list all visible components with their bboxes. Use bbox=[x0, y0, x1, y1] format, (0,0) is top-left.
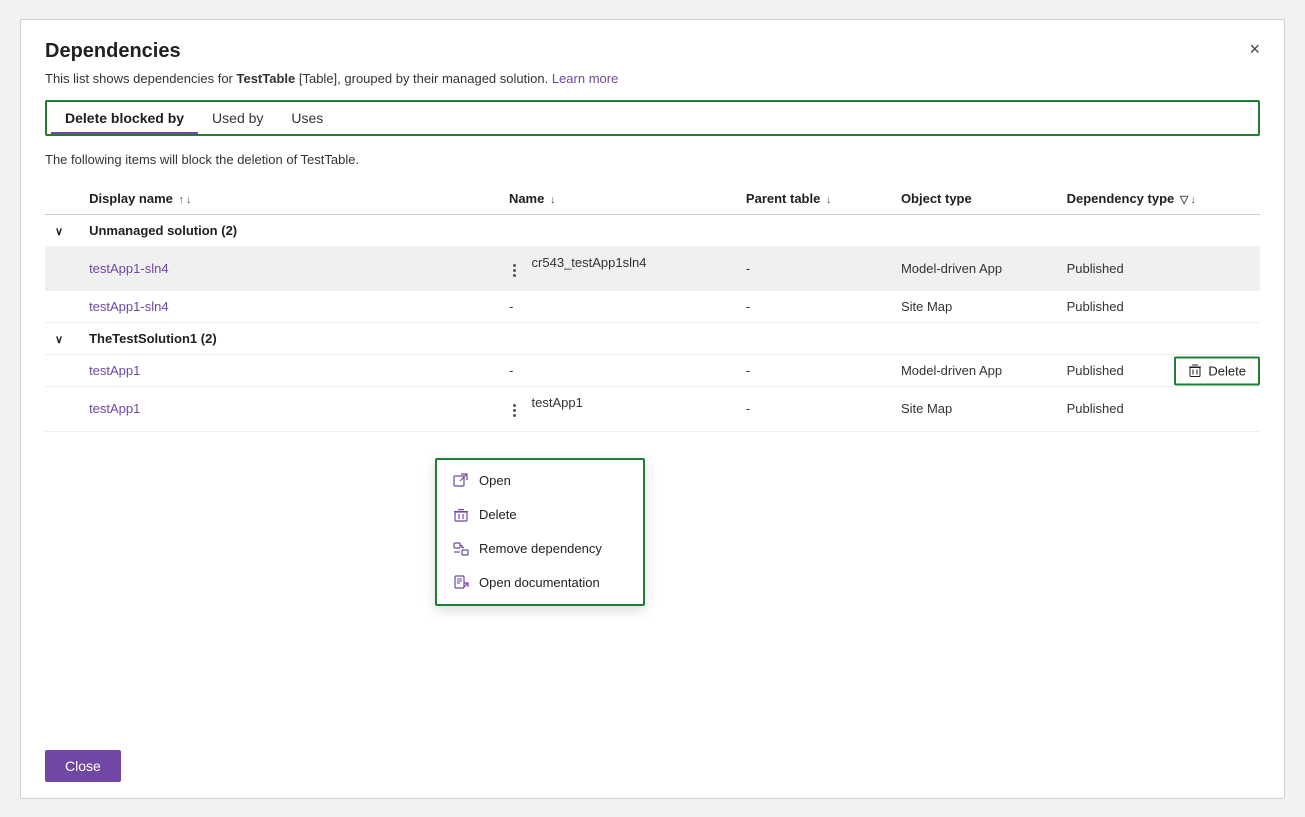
dialog-subtitle: This list shows dependencies for TestTab… bbox=[45, 71, 1260, 86]
table-row: testApp1 testApp1 - Site Map Published bbox=[45, 387, 1260, 432]
row4-parent-table: - bbox=[736, 387, 891, 432]
group-row-unmanaged: ∨ Unmanaged solution (2) bbox=[45, 214, 1260, 246]
row4-dependency-type: Published bbox=[1057, 387, 1260, 432]
table-row: testApp1-sln4 cr543_testApp1sln4 - Model… bbox=[45, 246, 1260, 291]
subtitle-suffix: [Table], grouped by their managed soluti… bbox=[295, 71, 548, 86]
delete-button[interactable]: Delete bbox=[1174, 356, 1260, 385]
row1-expand bbox=[45, 246, 79, 291]
close-icon[interactable]: × bbox=[1249, 40, 1260, 58]
table-header-row: Display name ↑↓ Name ↓ Parent table ↓ Ob… bbox=[45, 183, 1260, 215]
group-row-testsolution1: ∨ TheTestSolution1 (2) bbox=[45, 323, 1260, 355]
row1-display-name: testApp1-sln4 bbox=[79, 246, 499, 291]
menu-item-remove-dependency[interactable]: Remove dependency bbox=[437, 532, 643, 566]
open-doc-icon bbox=[453, 575, 469, 591]
name-sort-icon[interactable]: ↓ bbox=[550, 194, 556, 206]
row4-dots-button[interactable] bbox=[509, 399, 520, 423]
row2-expand bbox=[45, 291, 79, 323]
menu-delete-label: Delete bbox=[479, 507, 517, 522]
row3-object-type: Model-driven App bbox=[891, 355, 1057, 387]
context-menu: Open Delete bbox=[435, 458, 645, 606]
th-parent-table[interactable]: Parent table ↓ bbox=[736, 183, 891, 215]
th-dependency-type[interactable]: Dependency type ▽↓ bbox=[1057, 183, 1260, 215]
row1-parent-table: - bbox=[736, 246, 891, 291]
close-button[interactable]: Close bbox=[45, 750, 121, 782]
row3-display-link[interactable]: testApp1 bbox=[89, 363, 140, 378]
menu-open-label: Open bbox=[479, 473, 511, 488]
table-container: Display name ↑↓ Name ↓ Parent table ↓ Ob… bbox=[45, 183, 1260, 734]
dep-filter-icon[interactable]: ▽ bbox=[1180, 194, 1188, 206]
tab-uses[interactable]: Uses bbox=[277, 104, 337, 132]
row1-dependency-type: Published bbox=[1057, 246, 1260, 291]
remove-dep-icon bbox=[453, 541, 469, 557]
open-icon bbox=[453, 473, 469, 489]
th-display-name[interactable]: Display name ↑↓ bbox=[79, 183, 499, 215]
menu-remove-dep-label: Remove dependency bbox=[479, 541, 602, 556]
menu-item-open-documentation[interactable]: Open documentation bbox=[437, 566, 643, 600]
row3-dependency-type: Published Delete bbox=[1057, 355, 1260, 387]
delete-btn-label: Delete bbox=[1208, 363, 1246, 378]
menu-item-open[interactable]: Open bbox=[437, 464, 643, 498]
group-label-unmanaged: Unmanaged solution (2) bbox=[79, 214, 1260, 246]
th-object-type: Object type bbox=[891, 183, 1057, 215]
row3-parent-table: - bbox=[736, 355, 891, 387]
dependencies-table: Display name ↑↓ Name ↓ Parent table ↓ Ob… bbox=[45, 183, 1260, 432]
row1-name: cr543_testApp1sln4 bbox=[499, 246, 736, 291]
row4-display-name: testApp1 bbox=[79, 387, 499, 432]
table-row: testApp1 - - Model-driven App Published bbox=[45, 355, 1260, 387]
description-text: The following items will block the delet… bbox=[45, 152, 1260, 167]
row3-name: - bbox=[499, 355, 736, 387]
row2-display-link[interactable]: testApp1-sln4 bbox=[89, 299, 169, 314]
chevron-down-icon[interactable]: ∨ bbox=[55, 334, 63, 346]
dialog-title: Dependencies bbox=[45, 40, 181, 63]
subtitle-bold: TestTable bbox=[236, 71, 295, 86]
row2-dependency-type: Published bbox=[1057, 291, 1260, 323]
row3-expand bbox=[45, 355, 79, 387]
row4-expand bbox=[45, 387, 79, 432]
chevron-down-icon[interactable]: ∨ bbox=[55, 226, 63, 238]
delete-icon bbox=[453, 507, 469, 523]
sort-desc-icon[interactable]: ↓ bbox=[186, 194, 192, 206]
menu-open-doc-label: Open documentation bbox=[479, 575, 600, 590]
dialog-header: Dependencies × bbox=[45, 40, 1260, 63]
th-expand bbox=[45, 183, 79, 215]
th-name[interactable]: Name ↓ bbox=[499, 183, 736, 215]
tabs-container: Delete blocked by Used by Uses bbox=[45, 100, 1260, 136]
group-expand-testsolution1[interactable]: ∨ bbox=[45, 323, 79, 355]
subtitle-prefix: This list shows dependencies for bbox=[45, 71, 236, 86]
row2-object-type: Site Map bbox=[891, 291, 1057, 323]
dialog-footer: Close bbox=[45, 750, 1260, 782]
row3-display-name: testApp1 bbox=[79, 355, 499, 387]
menu-item-delete[interactable]: Delete bbox=[437, 498, 643, 532]
row4-object-type: Site Map bbox=[891, 387, 1057, 432]
group-label-testsolution1: TheTestSolution1 (2) bbox=[79, 323, 1260, 355]
learn-more-link[interactable]: Learn more bbox=[552, 71, 618, 86]
row1-dots-button[interactable] bbox=[509, 258, 520, 282]
table-row: testApp1-sln4 - - Site Map Published bbox=[45, 291, 1260, 323]
group-expand-unmanaged[interactable]: ∨ bbox=[45, 214, 79, 246]
row4-name: testApp1 bbox=[499, 387, 736, 432]
tab-used-by[interactable]: Used by bbox=[198, 104, 277, 132]
parent-sort-icon[interactable]: ↓ bbox=[826, 194, 832, 206]
row1-display-link[interactable]: testApp1-sln4 bbox=[89, 261, 169, 276]
dep-sort-icon[interactable]: ↓ bbox=[1190, 194, 1196, 206]
row1-object-type: Model-driven App bbox=[891, 246, 1057, 291]
row2-display-name: testApp1-sln4 bbox=[79, 291, 499, 323]
row2-name: - bbox=[499, 291, 736, 323]
dependencies-dialog: Dependencies × This list shows dependenc… bbox=[20, 19, 1285, 799]
tab-delete-blocked-by[interactable]: Delete blocked by bbox=[51, 104, 198, 132]
row4-display-link[interactable]: testApp1 bbox=[89, 401, 140, 416]
sort-asc-icon[interactable]: ↑ bbox=[179, 194, 185, 206]
row2-parent-table: - bbox=[736, 291, 891, 323]
delete-btn-icon bbox=[1188, 364, 1202, 378]
